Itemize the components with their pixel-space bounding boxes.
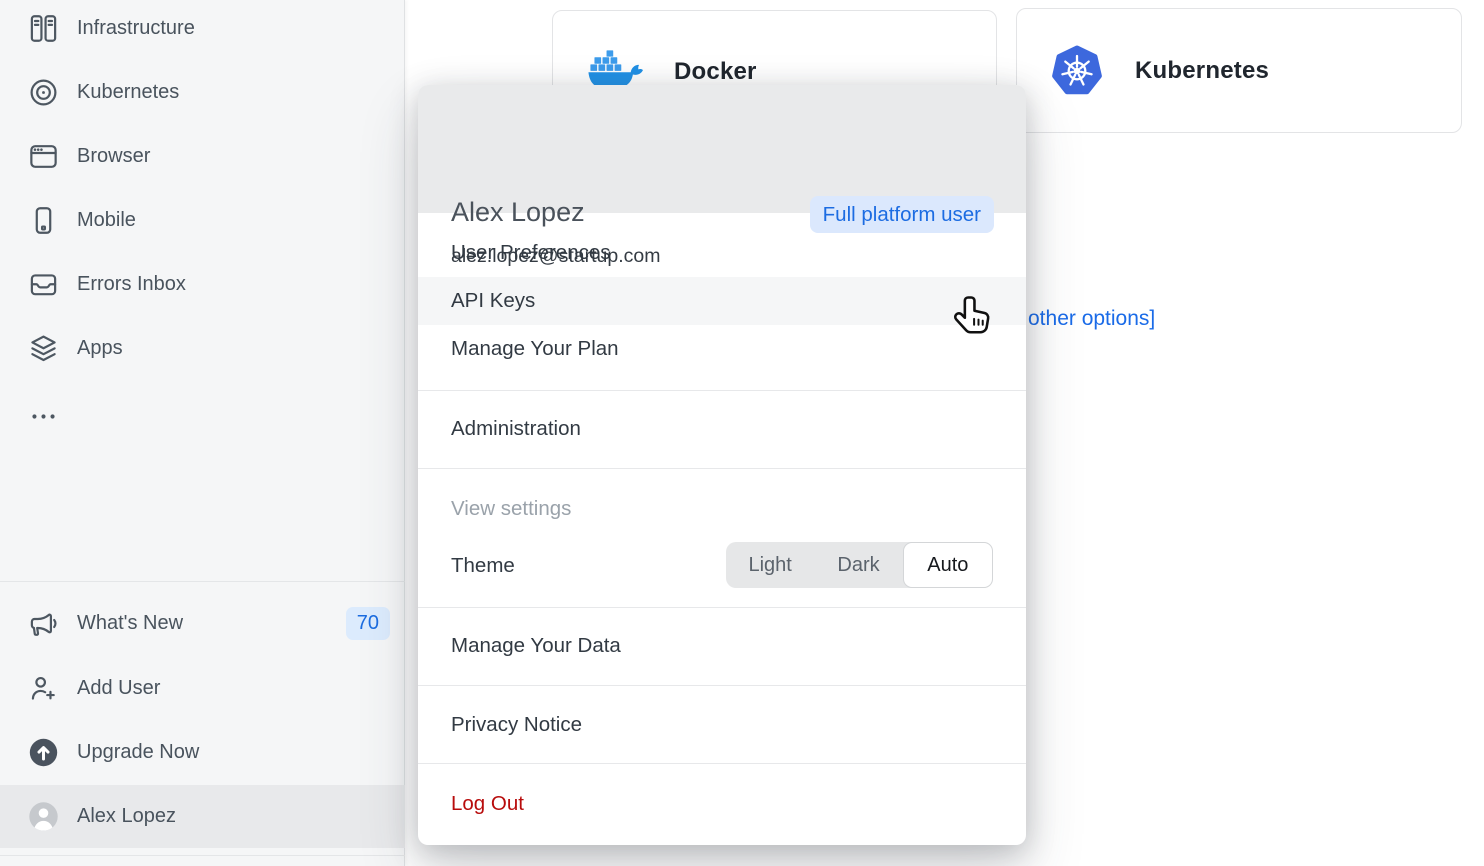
sidebar-divider — [0, 855, 405, 856]
avatar-icon — [28, 801, 59, 832]
sidebar-item-mobile[interactable]: Mobile — [0, 188, 404, 252]
kubernetes-logo — [1050, 44, 1104, 98]
sidebar-item-add-user[interactable]: Add User — [0, 656, 404, 720]
sidebar-divider — [0, 581, 405, 582]
theme-option-light[interactable]: Light — [726, 542, 814, 588]
target-icon — [28, 77, 59, 108]
menu-item-user-preferences[interactable]: User Preferences — [418, 229, 1026, 277]
other-options-link[interactable]: other options] — [1028, 307, 1155, 331]
sidebar-item-label: What's New — [77, 612, 183, 635]
more-ellipsis-icon — [28, 401, 59, 432]
theme-option-auto[interactable]: Auto — [903, 542, 993, 588]
menu-divider — [418, 685, 1026, 686]
menu-item-privacy-notice[interactable]: Privacy Notice — [418, 701, 1026, 749]
megaphone-icon — [28, 608, 59, 639]
card-title: Docker — [674, 58, 757, 86]
user-name: Alex Lopez — [451, 197, 585, 228]
sidebar-item-more[interactable] — [0, 384, 404, 448]
sidebar-item-label: Add User — [77, 677, 160, 700]
sidebar-item-label: Mobile — [77, 209, 136, 232]
menu-divider — [418, 390, 1026, 391]
inbox-icon — [28, 269, 59, 300]
menu-item-administration[interactable]: Administration — [418, 405, 1026, 453]
dropdown-header: Alex Lopez alez.lopez@startup.com Full p… — [418, 85, 1026, 213]
sidebar-item-user-profile[interactable]: Alex Lopez — [0, 784, 404, 848]
view-settings-section-label: View settings — [418, 493, 1026, 525]
sidebar-item-browser[interactable]: Browser — [0, 124, 404, 188]
add-user-icon — [28, 673, 59, 704]
user-account-dropdown: Alex Lopez alez.lopez@startup.com Full p… — [418, 85, 1026, 845]
menu-item-api-keys[interactable]: API Keys — [418, 277, 1026, 325]
integration-card-kubernetes[interactable]: Kubernetes — [1016, 8, 1462, 133]
sidebar-item-apps[interactable]: Apps — [0, 316, 404, 380]
servers-icon — [28, 13, 59, 44]
menu-item-manage-your-plan[interactable]: Manage Your Plan — [418, 325, 1026, 373]
sidebar-item-label: Apps — [77, 337, 123, 360]
menu-divider — [418, 607, 1026, 608]
sidebar-item-label: Infrastructure — [77, 17, 195, 40]
menu-item-manage-your-data[interactable]: Manage Your Data — [418, 622, 1026, 670]
card-title: Kubernetes — [1135, 57, 1269, 85]
upgrade-arrow-icon — [28, 737, 59, 768]
whats-new-count-badge[interactable]: 70 — [346, 607, 390, 640]
sidebar-item-whats-new[interactable]: What's New — [0, 591, 404, 655]
theme-label: Theme — [451, 543, 515, 589]
sidebar-item-label: Alex Lopez — [77, 805, 176, 828]
theme-segmented-control: Light Dark Auto — [726, 542, 993, 588]
sidebar-item-label: Errors Inbox — [77, 273, 186, 296]
app-root: Docker Kubernetes other options] — [0, 0, 1484, 866]
sidebar-item-upgrade-now[interactable]: Upgrade Now — [0, 720, 404, 784]
sidebar-item-label: Upgrade Now — [77, 741, 199, 764]
layers-icon — [28, 333, 59, 364]
user-role-badge: Full platform user — [810, 196, 994, 233]
browser-window-icon — [28, 141, 59, 172]
sidebar: Infrastructure Kubernetes Browser Mobile — [0, 0, 405, 866]
menu-divider — [418, 763, 1026, 764]
sidebar-item-label: Kubernetes — [77, 81, 179, 104]
mobile-phone-icon — [28, 205, 59, 236]
sidebar-item-kubernetes[interactable]: Kubernetes — [0, 60, 404, 124]
menu-divider — [418, 468, 1026, 469]
menu-item-log-out[interactable]: Log Out — [418, 780, 1026, 828]
theme-option-dark[interactable]: Dark — [814, 542, 902, 588]
sidebar-item-errors-inbox[interactable]: Errors Inbox — [0, 252, 404, 316]
sidebar-item-label: Browser — [77, 145, 150, 168]
sidebar-item-infrastructure[interactable]: Infrastructure — [0, 0, 404, 60]
